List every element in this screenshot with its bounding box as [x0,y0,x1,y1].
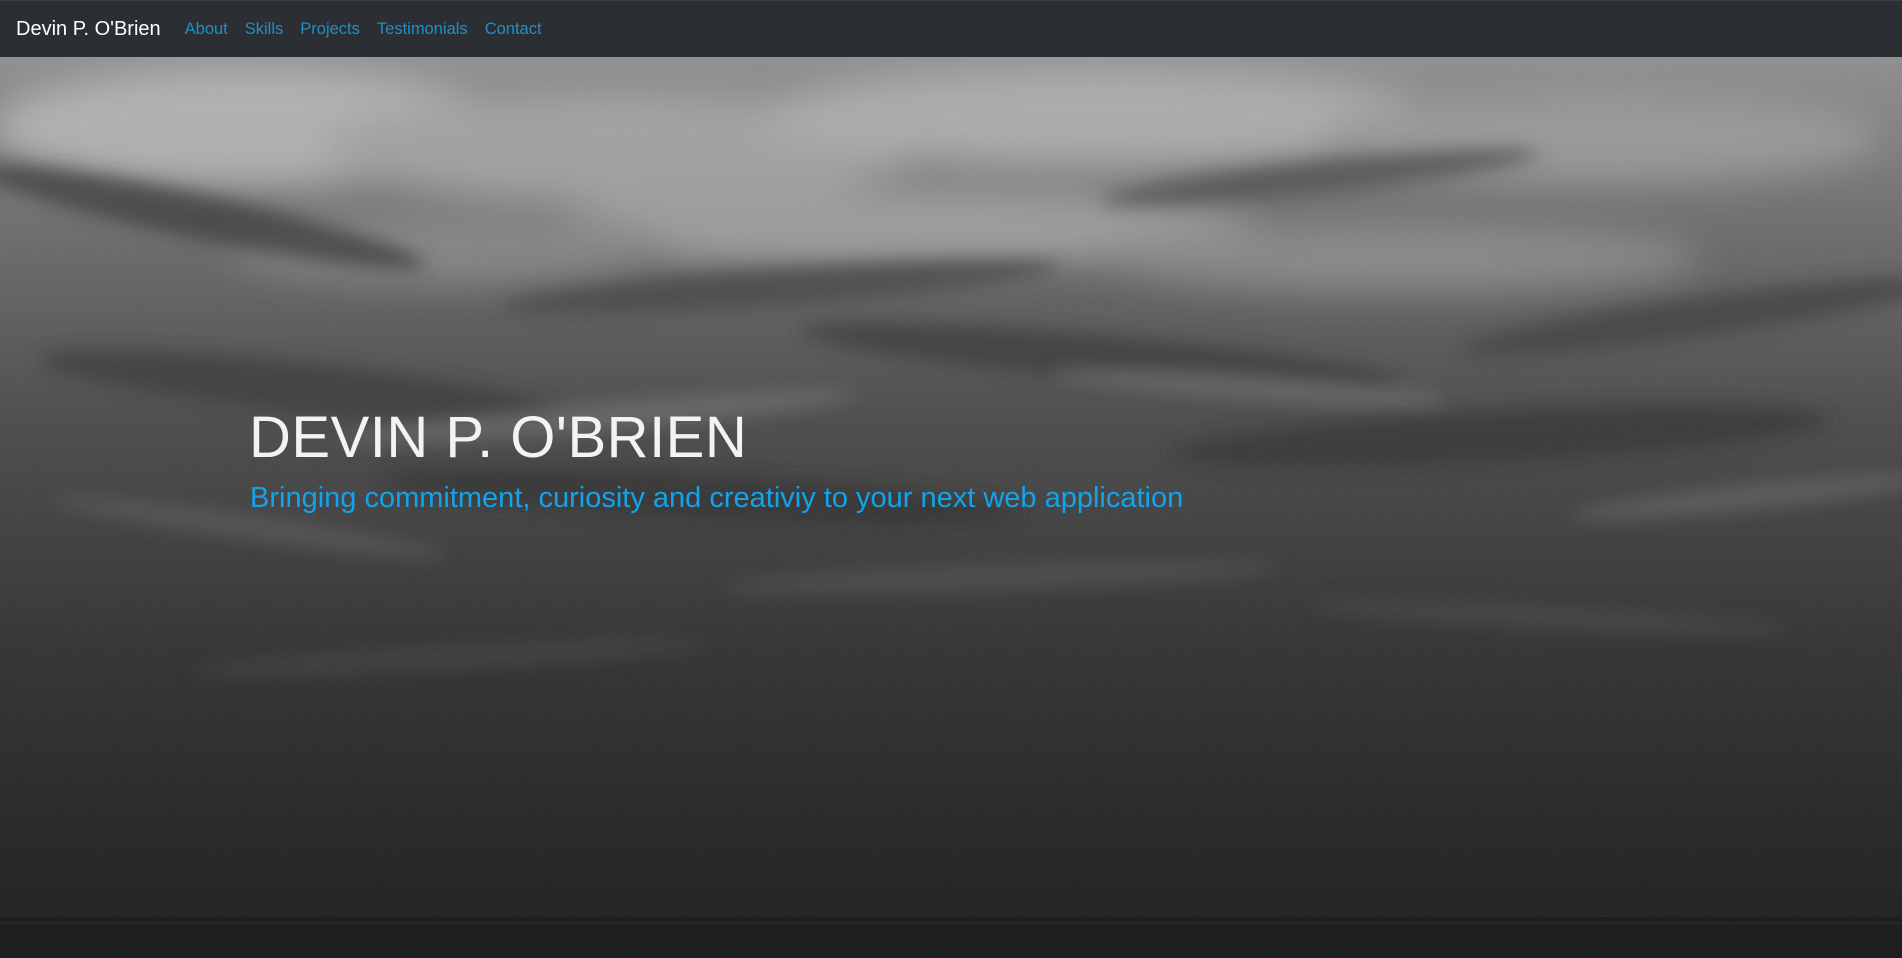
nav-links: About Skills Projects Testimonials Conta… [185,20,559,39]
nav-link-projects[interactable]: Projects [300,20,360,39]
hero-content: DEVIN P. O'BRIEN Bringing commitment, cu… [249,409,1183,515]
hero-title: DEVIN P. O'BRIEN [249,405,748,470]
nav-link-skills[interactable]: Skills [245,20,284,39]
hero-subtitle: Bringing commitment, curiosity and creat… [250,482,1184,514]
nav-link-testimonials[interactable]: Testimonials [377,20,468,39]
hero-section: DEVIN P. O'BRIEN Bringing commitment, cu… [0,57,1902,958]
top-navbar: Devin P. O'Brien About Skills Projects T… [0,0,1902,57]
nav-link-contact[interactable]: Contact [485,20,542,39]
nav-link-about[interactable]: About [185,20,228,39]
brand-link[interactable]: Devin P. O'Brien [16,18,161,41]
